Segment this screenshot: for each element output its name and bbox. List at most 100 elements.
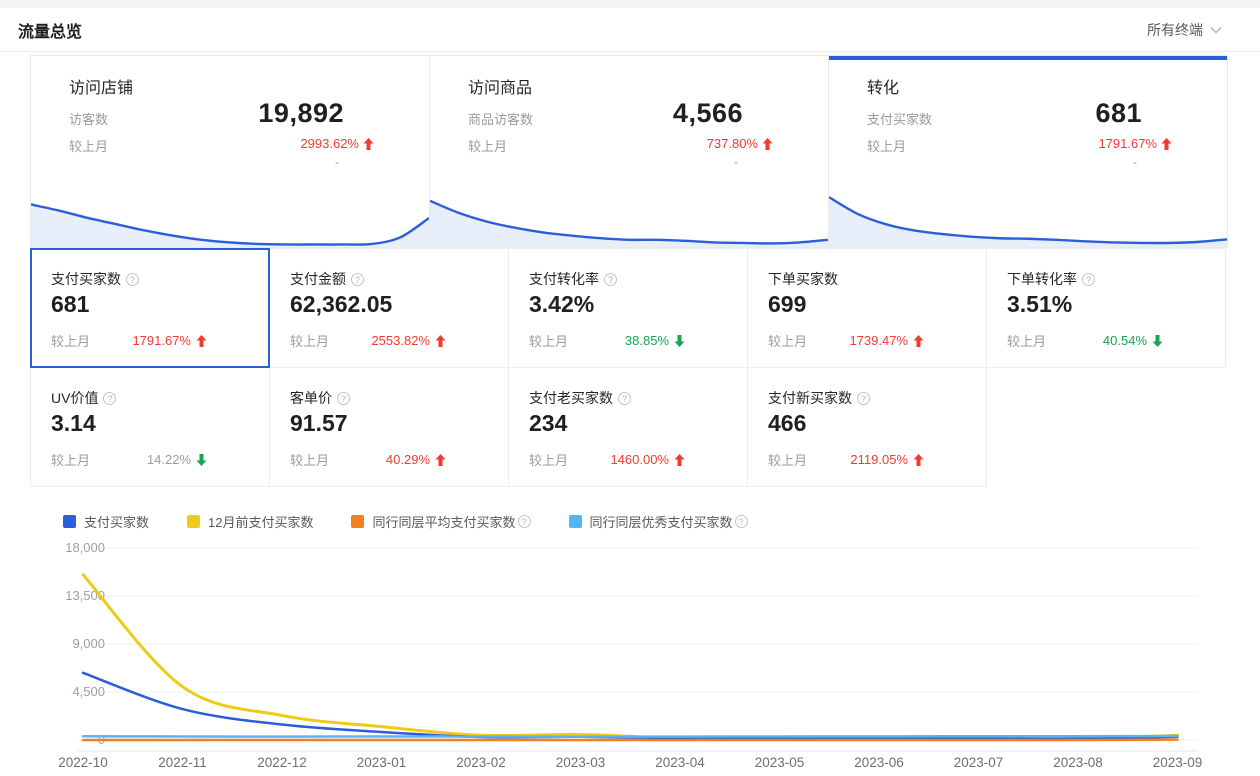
overview-card-visit-shop[interactable]: 访问店铺 访客数 19,892 较上月 2993.62% - — [30, 55, 430, 248]
metric-card-title: 支付老买家数 — [529, 388, 613, 408]
change-value: 2119.05% — [850, 452, 924, 467]
terminal-selector[interactable]: 所有终端 — [1147, 20, 1222, 40]
info-icon[interactable]: ? — [103, 392, 116, 405]
compare-label: 较上月 — [51, 331, 90, 350]
compare-label: 较上月 — [529, 450, 568, 469]
metric-card-pay-buyers[interactable]: 支付买家数 ? 681 较上月 1791.67% — [30, 248, 270, 368]
metric-card-title: 客单价 — [290, 388, 332, 408]
metric-card-pay-conversion-rate[interactable]: 支付转化率 ? 3.42% 较上月 38.85% — [508, 248, 748, 368]
metric-card-title: 下单转化率 — [1007, 269, 1077, 289]
svg-text:2023-08: 2023-08 — [1053, 755, 1103, 770]
legend-swatch — [187, 515, 200, 528]
chevron-down-icon — [1210, 26, 1222, 34]
arrow-up-icon — [363, 138, 374, 150]
compare-label: 较上月 — [468, 136, 507, 155]
metric-value: 681 — [1095, 98, 1142, 129]
metric-card-pay-amount[interactable]: 支付金额 ? 62,362.05 较上月 2553.82% — [269, 248, 509, 368]
metric-card-value: 699 — [768, 291, 806, 318]
compare-label: 较上月 — [51, 450, 90, 469]
metric-row-2: UV价值 ? 3.14 较上月 14.22% 客单价 ? 91.57 较上月 — [30, 367, 1226, 487]
svg-text:2022-12: 2022-12 — [257, 755, 307, 770]
info-icon[interactable]: ? — [604, 273, 617, 286]
legend-item-peer-average[interactable]: 同行同层平均支付买家数 ? — [351, 512, 530, 531]
info-icon[interactable]: ? — [337, 392, 350, 405]
compare-label: 较上月 — [768, 331, 807, 350]
info-icon[interactable]: ? — [518, 515, 531, 528]
compare-label: 较上月 — [69, 136, 108, 155]
arrow-up-icon — [762, 138, 773, 150]
change-value: 40.29% — [386, 452, 446, 467]
arrow-up-icon — [435, 335, 446, 347]
change-value: 2553.82% — [371, 333, 446, 348]
metric-card-value: 3.42% — [529, 291, 594, 318]
metric-card-value: 681 — [51, 291, 89, 318]
arrow-up-icon — [674, 454, 685, 466]
svg-text:2023-01: 2023-01 — [357, 755, 407, 770]
metric-value: 19,892 — [258, 98, 344, 129]
arrow-down-icon — [1152, 335, 1163, 347]
metric-card-pay-old-buyers[interactable]: 支付老买家数 ? 234 较上月 1460.00% — [508, 367, 748, 487]
info-icon[interactable]: ? — [857, 392, 870, 405]
compare-sub-dash: - — [1133, 155, 1137, 169]
info-icon[interactable]: ? — [735, 515, 748, 528]
compare-label: 较上月 — [768, 450, 807, 469]
change-value: 1739.47% — [849, 333, 924, 348]
arrow-up-icon — [196, 335, 207, 347]
metric-card-value: 234 — [529, 410, 567, 437]
arrow-up-icon — [435, 454, 446, 466]
svg-text:4,500: 4,500 — [72, 684, 105, 699]
trend-line-chart[interactable]: 04,5009,00013,50018,0002022-102022-11202… — [30, 536, 1230, 776]
svg-text:2023-04: 2023-04 — [655, 755, 705, 770]
sparkline-chart — [829, 189, 1227, 247]
overview-card-visit-product[interactable]: 访问商品 商品访客数 4,566 较上月 737.80% - — [429, 55, 829, 248]
card-title: 转化 — [867, 74, 899, 98]
overview-cards-row: 访问店铺 访客数 19,892 较上月 2993.62% - 访问商品 商品访客… — [30, 55, 1228, 248]
terminal-selector-label: 所有终端 — [1147, 20, 1203, 40]
legend-swatch — [63, 515, 76, 528]
info-icon[interactable]: ? — [351, 273, 364, 286]
compare-sub-dash: - — [734, 155, 738, 169]
metric-card-order-buyers[interactable]: 下单买家数 699 较上月 1739.47% — [747, 248, 987, 368]
svg-text:2023-03: 2023-03 — [556, 755, 606, 770]
page-title: 流量总览 — [18, 18, 82, 42]
svg-text:2023-07: 2023-07 — [954, 755, 1004, 770]
svg-text:2023-05: 2023-05 — [755, 755, 805, 770]
info-icon[interactable]: ? — [126, 273, 139, 286]
legend-item-pay-buyers[interactable]: 支付买家数 — [63, 512, 149, 531]
svg-text:2022-11: 2022-11 — [158, 755, 207, 770]
legend-item-peer-excellent[interactable]: 同行同层优秀支付买家数 ? — [569, 512, 748, 531]
metric-card-uv-value[interactable]: UV价值 ? 3.14 较上月 14.22% — [30, 367, 270, 487]
compare-label: 较上月 — [290, 450, 329, 469]
metric-card-value: 62,362.05 — [290, 291, 392, 318]
svg-text:2022-10: 2022-10 — [58, 755, 108, 770]
chart-legend: 支付买家数 12月前支付买家数 同行同层平均支付买家数 ? 同行同层优秀支付买家… — [63, 512, 786, 531]
change-value: 737.80% — [707, 136, 773, 151]
metric-card-value: 91.57 — [290, 410, 348, 437]
change-value: 38.85% — [625, 333, 685, 348]
arrow-up-icon — [1161, 138, 1172, 150]
compare-label: 较上月 — [867, 136, 906, 155]
compare-label: 较上月 — [290, 331, 329, 350]
metric-card-pay-new-buyers[interactable]: 支付新买家数 ? 466 较上月 2119.05% — [747, 367, 987, 487]
overview-card-conversion[interactable]: 转化 支付买家数 681 较上月 1791.67% - — [828, 55, 1228, 248]
metric-label: 访客数 — [69, 109, 108, 128]
arrow-up-icon — [913, 454, 924, 466]
legend-item-pay-buyers-12m-ago[interactable]: 12月前支付买家数 — [187, 512, 313, 531]
metric-card-title: 下单买家数 — [768, 269, 838, 289]
metric-card-title: 支付转化率 — [529, 269, 599, 289]
change-value: 14.22% — [147, 452, 207, 467]
change-value: 2993.62% — [300, 136, 374, 151]
page-top-strip — [0, 0, 1260, 8]
info-icon[interactable]: ? — [618, 392, 631, 405]
legend-swatch — [351, 515, 364, 528]
info-icon[interactable]: ? — [1082, 273, 1095, 286]
metric-card-order-conversion-rate[interactable]: 下单转化率 ? 3.51% 较上月 40.54% — [986, 248, 1226, 368]
change-value: 1791.67% — [1098, 136, 1172, 151]
sparkline-chart — [430, 189, 828, 247]
metric-card-title: 支付新买家数 — [768, 388, 852, 408]
svg-text:2023-09: 2023-09 — [1153, 755, 1203, 770]
compare-label: 较上月 — [529, 331, 568, 350]
svg-text:2023-06: 2023-06 — [854, 755, 904, 770]
svg-text:2023-02: 2023-02 — [456, 755, 506, 770]
metric-card-avg-order-value[interactable]: 客单价 ? 91.57 较上月 40.29% — [269, 367, 509, 487]
